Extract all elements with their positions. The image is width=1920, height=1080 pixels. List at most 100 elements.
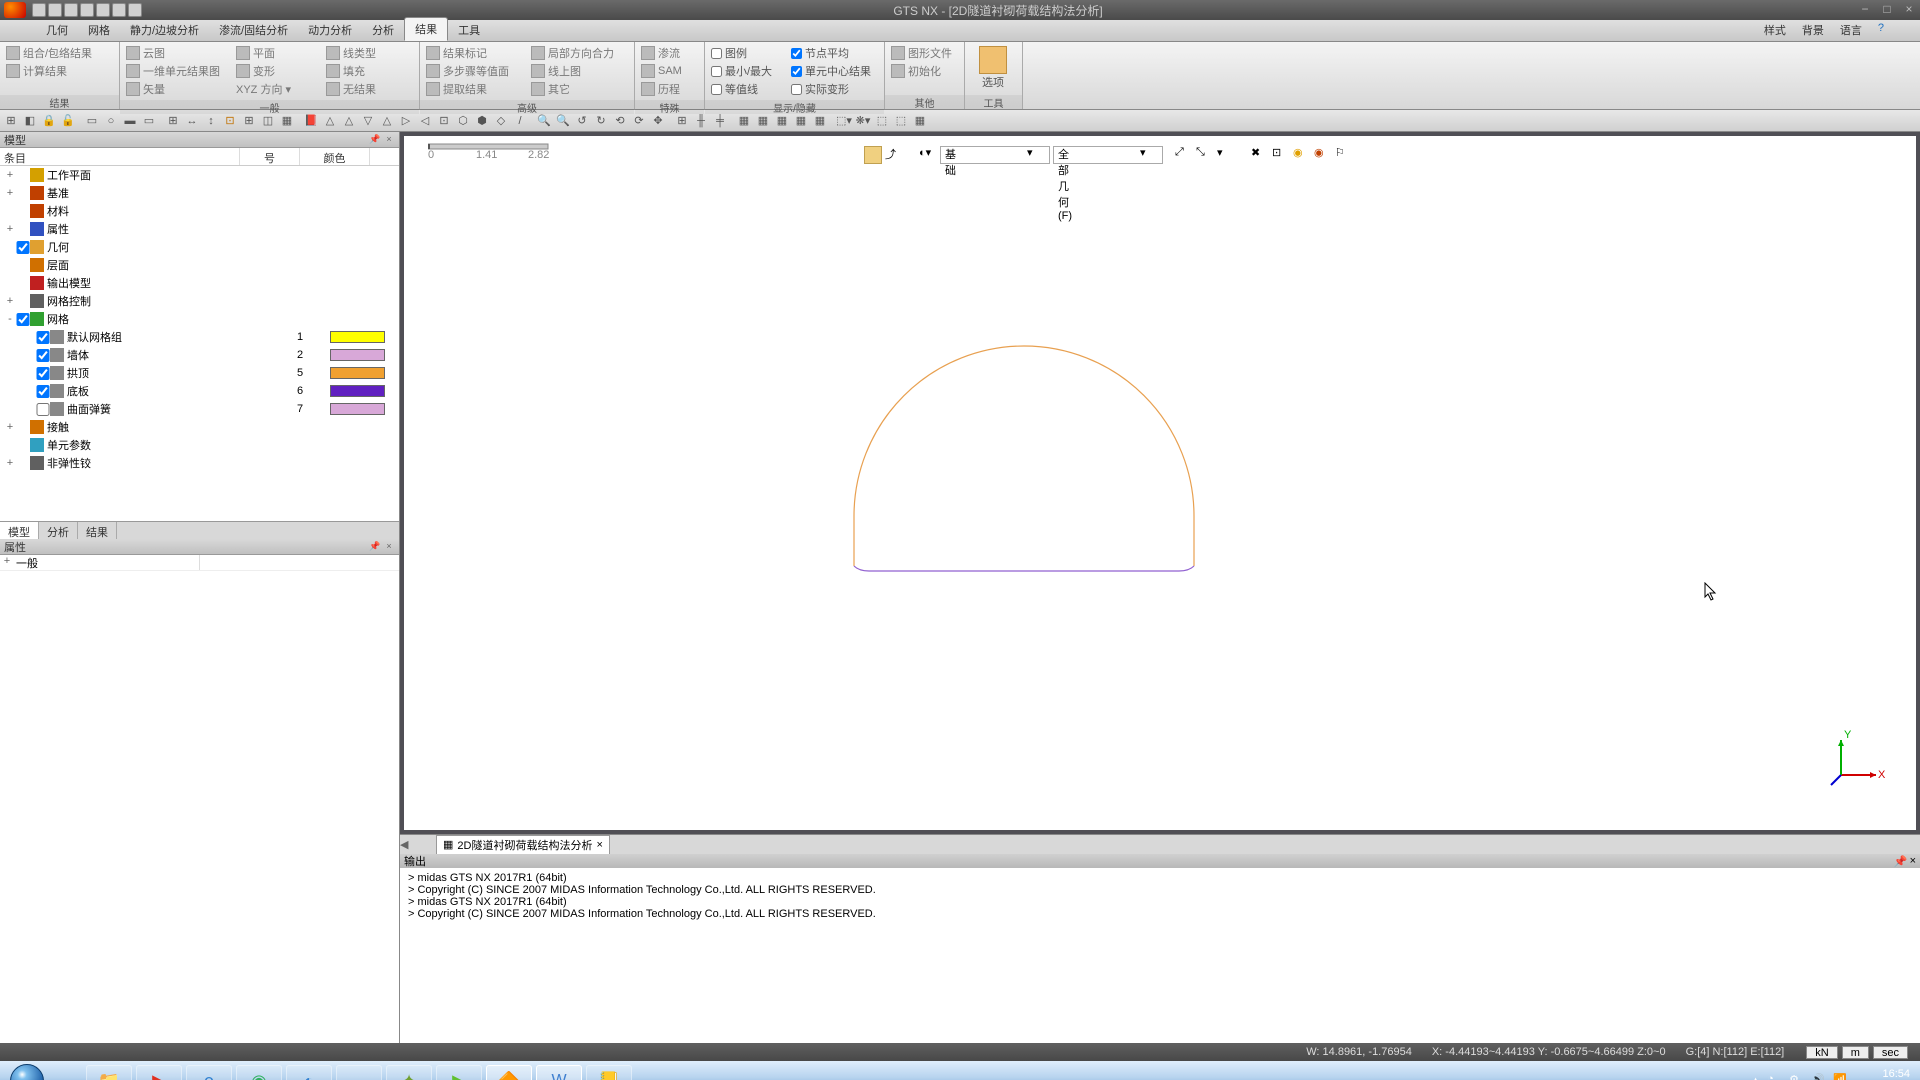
btn-init[interactable]: 初始化 — [887, 62, 956, 80]
vt-icon[interactable]: ◉ — [1314, 146, 1332, 164]
unit-time[interactable]: sec — [1873, 1046, 1908, 1059]
qat-more-icon[interactable] — [128, 3, 142, 17]
tab-tools[interactable]: 工具 — [448, 19, 490, 41]
chk-contour[interactable]: 等值线 — [707, 80, 787, 98]
tree-row[interactable]: +工作平面 — [0, 166, 399, 184]
qat-saveall-icon[interactable] — [80, 3, 94, 17]
vt-icon[interactable]: ◉ — [1293, 146, 1311, 164]
menu-style[interactable]: 样式 — [1758, 19, 1792, 41]
tb-icon[interactable]: ▭ — [83, 112, 101, 130]
tb-icon[interactable]: ▦ — [773, 112, 791, 130]
tab-analysis[interactable]: 分析 — [362, 19, 404, 41]
tb-icon[interactable]: ⊞ — [164, 112, 182, 130]
tb-icon[interactable]: ↺ — [573, 112, 591, 130]
task-app4[interactable]: ▶ — [436, 1065, 482, 1080]
tb-icon[interactable]: ⬚ — [873, 112, 891, 130]
output-panel[interactable]: midas GTS NX 2017R1 (64bit)Copyright (C)… — [400, 868, 1920, 1043]
btn-combine-envelope[interactable]: 组合/包络结果 — [2, 44, 96, 62]
btn-noresult[interactable]: 无结果 — [322, 80, 412, 98]
tb-icon[interactable]: ❋▾ — [854, 112, 872, 130]
tree-row[interactable]: +属性 — [0, 220, 399, 238]
tb-icon[interactable]: ⊞ — [2, 112, 20, 130]
qat-save-icon[interactable] — [64, 3, 78, 17]
tb-icon[interactable]: ▦ — [811, 112, 829, 130]
tb-icon[interactable]: ⊡ — [221, 112, 239, 130]
dd-allgeom[interactable]: 全部几何 (F)▾ — [1053, 146, 1163, 164]
vt-icon[interactable]: ⚐ — [1335, 146, 1353, 164]
doc-tab[interactable]: ▦ 2D隧道衬砌荷载结构法分析 × — [436, 835, 610, 855]
tab-results[interactable]: 结果 — [404, 17, 448, 41]
tb-icon[interactable]: ⬚▾ — [835, 112, 853, 130]
tb-icon[interactable]: ▷ — [397, 112, 415, 130]
pin-icon[interactable]: 📌 — [369, 134, 381, 146]
tray-icon[interactable]: ◔ — [1767, 1073, 1783, 1080]
tb-icon[interactable]: ◫ — [259, 112, 277, 130]
tree-row[interactable]: 材料 — [0, 202, 399, 220]
tree-row[interactable]: 几何 — [0, 238, 399, 256]
tb-icon[interactable]: △ — [340, 112, 358, 130]
btn-result-mark[interactable]: 结果标记 — [422, 44, 527, 62]
tb-icon[interactable]: ⟳ — [630, 112, 648, 130]
tb-icon[interactable]: ○ — [102, 112, 120, 130]
btn-calc-results[interactable]: 计算结果 — [2, 62, 96, 80]
tb-icon[interactable]: ⊞ — [240, 112, 258, 130]
menu-background[interactable]: 背景 — [1796, 19, 1830, 41]
close-button[interactable]: × — [1899, 3, 1919, 17]
task-explorer[interactable]: 📁 — [86, 1065, 132, 1080]
tray-network-icon[interactable]: 📶 — [1833, 1073, 1849, 1080]
btn-vector[interactable]: 矢量 — [122, 80, 232, 98]
tb-icon[interactable]: ◁ — [416, 112, 434, 130]
btn-linetype[interactable]: 线类型 — [322, 44, 412, 62]
vt-icon[interactable]: ⤴ — [885, 146, 903, 164]
btn-graphfile[interactable]: 图形文件 — [887, 44, 956, 62]
tb-icon[interactable]: ▦ — [735, 112, 753, 130]
qat-undo-icon[interactable] — [96, 3, 110, 17]
model-tree[interactable]: +工作平面+基准材料+属性几何层面输出模型+网格控制-网格默认网格组1墙体2拱顶… — [0, 166, 399, 521]
task-notes[interactable]: 📒 — [586, 1065, 632, 1080]
btn-options[interactable]: 选项 — [967, 44, 1019, 92]
tb-icon[interactable]: 📕 — [302, 112, 320, 130]
tb-icon[interactable]: ⊞ — [673, 112, 691, 130]
tree-row[interactable]: 底板6 — [0, 382, 399, 400]
vt-icon[interactable]: ⤡ — [1196, 146, 1214, 164]
tb-icon[interactable]: ⬢ — [473, 112, 491, 130]
tab-seepage[interactable]: 渗流/固结分析 — [209, 19, 298, 41]
tb-icon[interactable]: ⟲ — [611, 112, 629, 130]
tb-icon[interactable]: ╫ — [692, 112, 710, 130]
tree-row[interactable]: -网格 — [0, 310, 399, 328]
tb-icon[interactable]: ▦ — [754, 112, 772, 130]
btn-online-plot[interactable]: 线上图 — [527, 62, 632, 80]
tree-row[interactable]: 默认网格组1 — [0, 328, 399, 346]
tab-model[interactable]: 模型 — [0, 522, 39, 539]
tab-dynamic[interactable]: 动力分析 — [298, 19, 362, 41]
btn-fill[interactable]: 填充 — [322, 62, 412, 80]
close-icon[interactable]: × — [383, 541, 395, 553]
tb-icon[interactable]: ▦ — [911, 112, 929, 130]
btn-1d-result[interactable]: 一维单元结果图 — [122, 62, 232, 80]
dd-xyz[interactable]: XYZ 方向 ▾ — [232, 80, 322, 98]
tb-icon[interactable]: ↕ — [202, 112, 220, 130]
tb-icon[interactable]: ▬ — [121, 112, 139, 130]
close-icon[interactable]: × — [383, 134, 395, 146]
qat-open-icon[interactable] — [48, 3, 62, 17]
task-app1[interactable]: ◐ — [286, 1065, 332, 1080]
tb-icon[interactable]: ✥ — [649, 112, 667, 130]
task-app2[interactable]: ☁ — [336, 1065, 382, 1080]
btn-other1[interactable]: 其它 — [527, 80, 632, 98]
btn-local-force[interactable]: 局部方向合力 — [527, 44, 632, 62]
tray-volume-icon[interactable]: 🔊 — [1811, 1073, 1827, 1080]
tb-icon[interactable]: ◇ — [492, 112, 510, 130]
minimize-button[interactable]: − — [1855, 3, 1875, 17]
tb-icon[interactable]: 🔓 — [59, 112, 77, 130]
task-wps[interactable]: W — [536, 1065, 582, 1080]
tb-icon[interactable]: △ — [378, 112, 396, 130]
tree-row[interactable]: +非弹性铰 — [0, 454, 399, 472]
tree-row[interactable]: 单元参数 — [0, 436, 399, 454]
task-gtsnx[interactable]: 🔶 — [486, 1065, 532, 1080]
tree-row[interactable]: 墙体2 — [0, 346, 399, 364]
properties-panel[interactable]: +一般 — [0, 555, 399, 1043]
dd-basic[interactable]: 基础▾ — [940, 146, 1050, 164]
menu-language[interactable]: 语言 — [1834, 19, 1868, 41]
chk-elemcenter[interactable]: 單元中心结果 — [787, 62, 882, 80]
maximize-button[interactable]: □ — [1877, 3, 1897, 17]
